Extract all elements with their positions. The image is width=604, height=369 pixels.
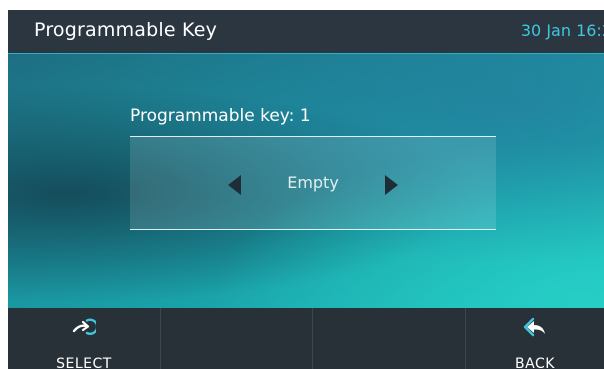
field-label: Programmable key: 1 — [130, 106, 311, 126]
back-softkey[interactable]: BACK — [466, 308, 604, 369]
select-arrow-icon — [72, 318, 96, 335]
page-title: Programmable Key — [34, 19, 218, 41]
left-arrow-icon[interactable] — [228, 175, 241, 195]
phone-screen: Programmable Key 30 Jan 16:2 Programmabl… — [8, 10, 604, 369]
softkey-bar: SELECT BACK — [8, 308, 604, 369]
selected-value: Empty — [287, 173, 339, 192]
date-time: 30 Jan 16:2 — [520, 21, 604, 40]
select-softkey-label: SELECT — [56, 356, 112, 369]
content-area: Programmable key: 1 Empty — [8, 54, 604, 308]
empty-softkey-2[interactable] — [161, 308, 313, 369]
empty-softkey-3[interactable] — [313, 308, 466, 369]
back-arrow-icon — [523, 317, 545, 337]
right-arrow-icon[interactable] — [385, 175, 398, 195]
select-softkey[interactable]: SELECT — [8, 308, 161, 369]
value-selector[interactable]: Empty — [130, 136, 496, 230]
back-softkey-label: BACK — [515, 356, 555, 369]
title-bar: Programmable Key 30 Jan 16:2 — [8, 10, 604, 54]
